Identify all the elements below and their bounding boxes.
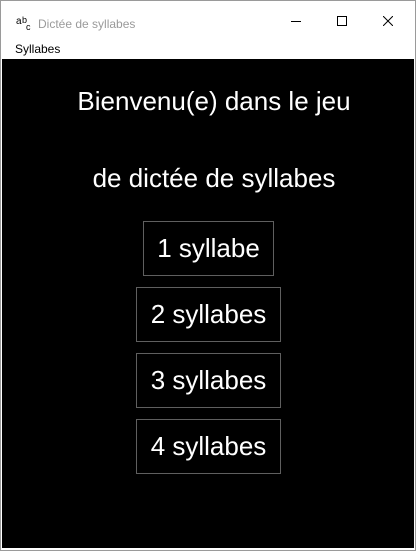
svg-text:c: c <box>26 22 31 30</box>
maximize-button[interactable] <box>319 1 365 41</box>
window-title: Dictée de syllabes <box>38 17 136 31</box>
abc-icon: a b c <box>16 15 31 30</box>
menu-bar: Syllabes <box>1 41 415 59</box>
minimize-icon <box>291 21 301 22</box>
close-button[interactable] <box>365 1 411 41</box>
three-syllables-button[interactable]: 3 syllabes <box>136 353 281 408</box>
two-syllables-button[interactable]: 2 syllabes <box>136 287 281 342</box>
four-syllables-button[interactable]: 4 syllabes <box>136 419 281 474</box>
menu-syllabes[interactable]: Syllabes <box>15 42 60 56</box>
welcome-heading-line-2: de dictée de syllabes <box>92 163 336 193</box>
title-bar[interactable]: a b c Dictée de syllabes <box>1 1 415 41</box>
one-syllable-button[interactable]: 1 syllabe <box>143 221 274 276</box>
maximize-icon <box>337 16 347 26</box>
app-window: a b c Dictée de syllabes Syllabes Bienve… <box>0 0 416 551</box>
game-panel: Bienvenu(e) dans le jeu de dictée de syl… <box>2 59 414 548</box>
minimize-button[interactable] <box>273 1 319 41</box>
close-icon <box>383 16 393 26</box>
welcome-heading-line-1: Bienvenu(e) dans le jeu <box>77 86 351 116</box>
